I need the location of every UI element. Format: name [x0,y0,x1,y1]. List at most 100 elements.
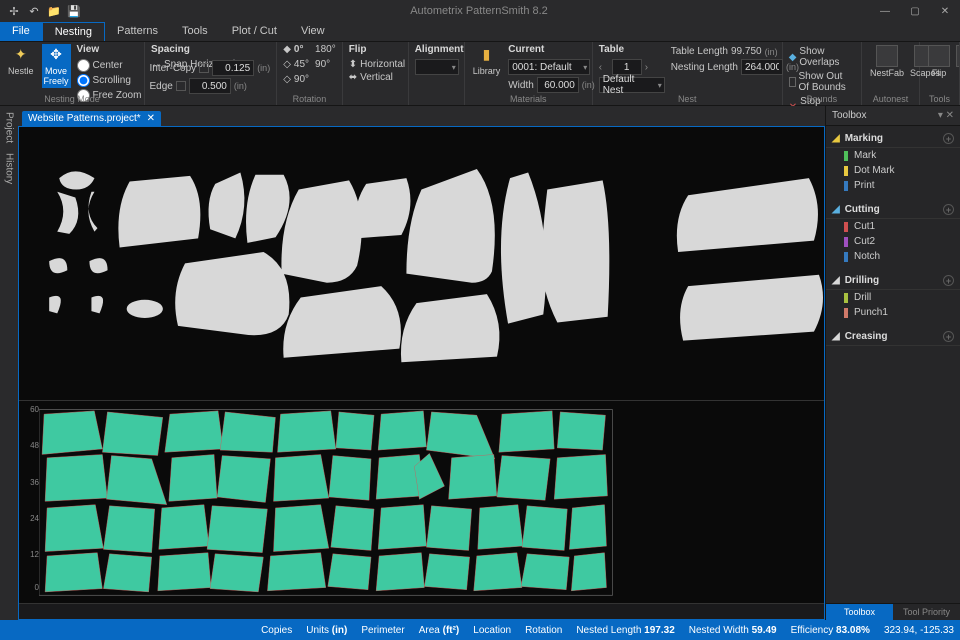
toolbox-item[interactable]: Mark [826,148,960,163]
edge-input[interactable] [189,78,231,94]
show-oob[interactable]: Show Out Of Bounds [789,71,855,93]
copies-input[interactable] [612,59,642,75]
library-button[interactable]: ▮Library [471,44,503,78]
view-header: View [77,44,142,55]
toolbox-section-header[interactable]: ◢Creasing+ [826,328,960,346]
width-input[interactable] [537,77,579,93]
document-tab[interactable]: Website Patterns.project*✕ [22,111,161,126]
status-copies: Copies [261,625,292,636]
close-tab-icon[interactable]: ✕ [147,113,155,124]
nestfab-icon [876,45,898,67]
tab-plotcut[interactable]: Plot / Cut [220,22,289,41]
intercopy-input[interactable] [212,60,254,76]
nested-panel[interactable]: 60483624120 [19,401,824,619]
tab-nesting[interactable]: Nesting [42,22,105,41]
view-center[interactable]: Center [77,59,142,72]
toolbox-item[interactable]: Print [826,178,960,193]
qat-btn-open[interactable]: 📁 [46,3,62,19]
move-freely-button[interactable]: ✥Move Freely [42,44,71,88]
group-autonest: NestFab Scapos Autonest [862,42,920,105]
toolbox-item[interactable]: Cut1 [826,219,960,234]
app-title: Autometrix PatternSmith 8.2 [88,5,870,17]
add-icon[interactable]: + [943,204,954,215]
rot-0[interactable]: ◆ 0° [283,44,309,55]
toolbox-section: ◢Drilling+DrillPunch1 [826,268,960,324]
flip-vertical[interactable]: ⬌ Vertical [349,72,402,83]
next-copies[interactable]: › [645,62,655,73]
toolbox-item[interactable]: Dot Mark [826,163,960,178]
table-length-label: Table Length [671,46,728,57]
add-icon[interactable]: + [943,133,954,144]
tab-patterns[interactable]: Patterns [105,22,170,41]
flip-tool-icon [928,45,950,67]
nested-shapes [39,401,824,619]
titlebar: ✢ ↶ 📁 💾 Autometrix PatternSmith 8.2 — ▢ … [0,0,960,22]
tab-tools[interactable]: Tools [170,22,220,41]
toolbox-item[interactable]: Notch [826,249,960,264]
nest-select[interactable]: Default Nest [599,77,665,93]
table-header: Table [599,44,665,55]
flip-tool-button[interactable]: Flip [926,44,952,80]
toolbox-section: ◢Marking+MarkDot MarkPrint [826,126,960,197]
unnested-shapes [19,127,824,400]
current-material-select[interactable]: 0001: Default [508,59,590,75]
group-alignment: Alignment [409,42,465,105]
maximize-button[interactable]: ▢ [900,0,930,22]
edge-icon[interactable] [176,81,186,91]
menubar: File Nesting Patterns Tools Plot / Cut V… [0,22,960,42]
toolbox-item[interactable]: Drill [826,290,960,305]
toolbox: Toolbox ▾ ✕ ◢Marking+MarkDot MarkPrint ◢Cu… [825,106,960,620]
tab-file[interactable]: File [0,22,42,41]
toolbox-item[interactable]: Cut2 [826,234,960,249]
group-tools: Flip Ro Tools [920,42,960,105]
qat-btn-undo[interactable]: ↶ [26,3,42,19]
qat-btn-save[interactable]: 💾 [66,3,82,19]
nesting-length-input[interactable] [741,59,783,75]
y-axis: 60483624120 [21,401,41,603]
group-spacing: Spacing ↔ Snap Horizontal Inter-Copy (in… [145,42,277,105]
status-coord: 323.94, -125.33 [884,625,954,636]
toolbox-item[interactable]: Punch1 [826,305,960,320]
intercopy-label: Inter-Copy [150,63,197,74]
prev-copies[interactable]: ‹ [599,62,609,73]
add-icon[interactable]: + [943,331,954,342]
rotate-tool-button[interactable]: Ro [954,44,960,80]
tab-view[interactable]: View [289,22,337,41]
flip-horizontal[interactable]: ⬍ Horizontal [349,59,402,70]
group-rotation: ◆ 0° ◇ 45° ◇ 90° 180° 90° Rotation [277,42,343,105]
toolbox-tab-b[interactable]: Tool Priority [893,604,960,620]
nestfab-button[interactable]: NestFab [868,44,906,80]
rot-180[interactable]: 180° [315,44,336,55]
status-units: Units (in) [306,625,347,636]
toolbox-section-header[interactable]: ◢Cutting+ [826,201,960,219]
left-sidebar: Project History [0,106,18,620]
show-overlaps[interactable]: ◆Show Overlaps [789,46,855,68]
group-nesting-mode: ✦Nestle ✥Move Freely View Center Scrolli… [0,42,145,105]
status-area: Area (ft²) [419,625,460,636]
rotate-tool-icon [956,45,960,67]
ic-icon[interactable] [199,63,209,73]
group-flip: Flip ⬍ Horizontal ⬌ Vertical [343,42,409,105]
canvas-area: 60483624120 [18,126,825,620]
toolbox-section-header[interactable]: ◢Marking+ [826,130,960,148]
qat-btn-1[interactable]: ✢ [6,3,22,19]
status-rotation: Rotation [525,625,562,636]
current-header: Current [508,44,595,55]
unnested-panel[interactable] [19,127,824,401]
view-scrolling[interactable]: Scrolling [77,74,142,87]
toolbox-pin-icon[interactable]: ▾ ✕ [938,110,954,121]
rot-90[interactable]: ◇ 90° [283,74,309,85]
toolbox-section-header[interactable]: ◢Drilling+ [826,272,960,290]
minimize-button[interactable]: — [870,0,900,22]
statusbar: Copies Units (in) Perimeter Area (ft²) L… [0,620,960,640]
rot-45[interactable]: ◇ 45° [283,59,309,70]
history-tab[interactable]: History [4,153,15,184]
add-icon[interactable]: + [943,275,954,286]
nestle-button[interactable]: ✦Nestle [6,44,36,78]
rot-90b[interactable]: 90° [315,59,336,70]
project-tab[interactable]: Project [4,112,15,143]
close-button[interactable]: ✕ [930,0,960,22]
alignment-select[interactable] [415,59,459,75]
toolbox-tab-a[interactable]: Toolbox [826,604,893,620]
group-label: Nesting Mode [0,94,144,104]
